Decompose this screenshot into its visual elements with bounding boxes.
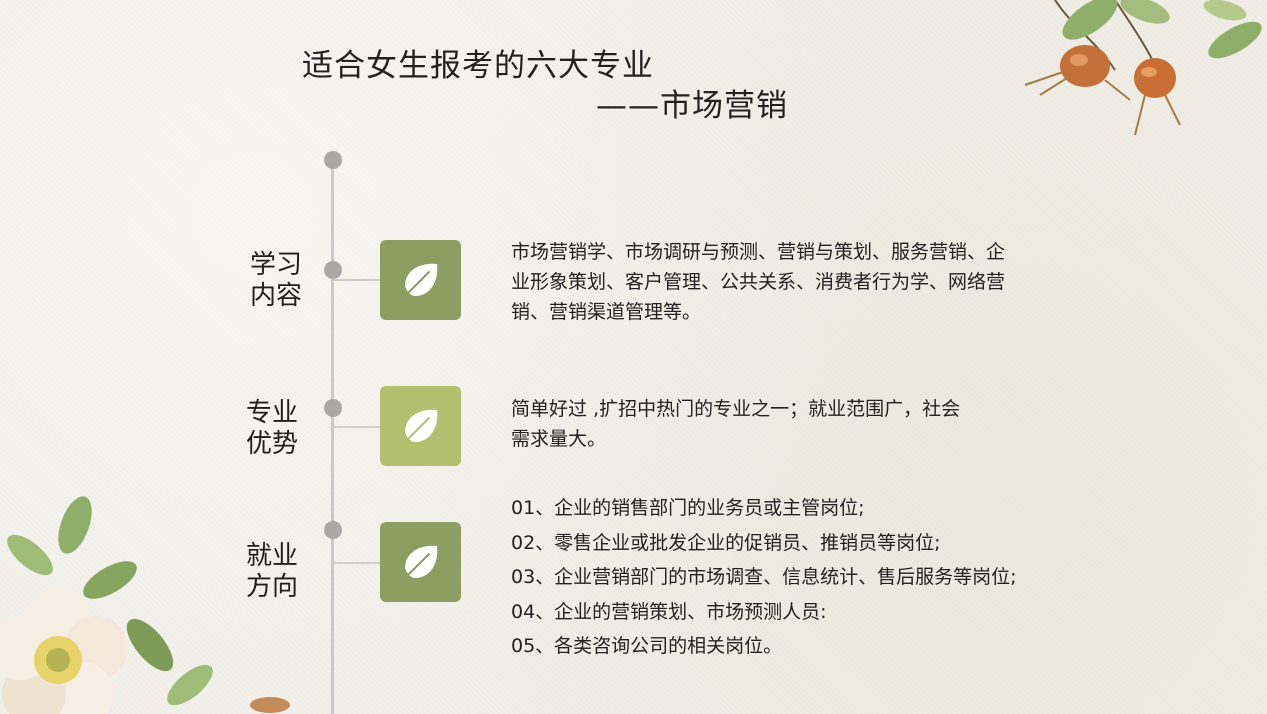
timeline-connector: [334, 279, 380, 281]
section-label: 专业 优势: [246, 398, 299, 459]
timeline-dot: [324, 521, 342, 539]
list-item: 05、各类咨询公司的相关岗位。: [511, 635, 783, 657]
timeline-dot-top: [324, 151, 342, 169]
rosehip-decoration-icon: [1024, 0, 1262, 136]
list-item: 02、零售企业或批发企业的促销员、推销员等岗位;: [511, 531, 941, 554]
section-description: 市场营销学、市场调研与预测、营销与策划、服务营销、企 业形象策划、客户管理、公共…: [511, 241, 1006, 323]
page-title: 适合女生报考的六大专业: [302, 48, 654, 84]
section-badge: [380, 386, 461, 466]
career-list: 01、企业的销售部门的业务员或主管岗位; 02、零售企业或批发企业的促销员、推销…: [511, 491, 1017, 664]
page-subtitle: ——市场营销: [596, 88, 788, 124]
timeline-line: [331, 160, 334, 714]
list-item: 04、企业的营销策划、市场预测人员:: [511, 600, 827, 623]
timeline-dot: [324, 399, 342, 417]
timeline-connector: [334, 562, 380, 564]
list-item: 03、企业营销部门的市场调查、信息统计、售后服务等岗位;: [511, 566, 1017, 588]
leaf-icon: [404, 263, 437, 296]
timeline-dot: [324, 261, 342, 279]
section-badge: [380, 240, 461, 320]
section-label: 就业 方向: [246, 541, 299, 602]
flower-decoration-icon: [0, 496, 290, 714]
leaf-icon: [404, 409, 437, 442]
section-label: 学习 内容: [250, 250, 303, 311]
timeline-connector: [334, 426, 380, 428]
section-badge: [380, 522, 461, 602]
section-description: 简单好过 ,扩招中热门的专业之一；就业范围广，社会 需求量大。: [511, 398, 961, 450]
list-item: 01、企业的销售部门的业务员或主管岗位;: [511, 497, 865, 519]
leaf-icon: [404, 545, 437, 578]
